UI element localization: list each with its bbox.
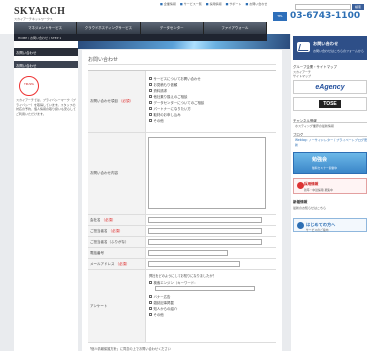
recruit-title: 採用情報	[304, 182, 319, 186]
inquiry-label: お問い合わせ項目 （必須）	[88, 71, 146, 132]
sidebar-note: スカイアーチでは、プライバシーマーク（プライバシー）を取得しています。スタッフの…	[16, 98, 76, 116]
study-subtitle: 無料セミナー開催中	[312, 166, 338, 170]
required-mark: （必須）	[119, 99, 133, 103]
content-label: お問い合わせ内容	[88, 133, 146, 214]
top-link[interactable]: 企業情報	[160, 2, 176, 6]
firsttime-box[interactable]: はじめての方へ サービスのご案内	[293, 218, 367, 232]
study-banner[interactable]: 勉強会 無料セミナー開催中	[293, 152, 367, 174]
inquiry-option[interactable]: その他	[149, 118, 204, 124]
channel-text: ホスティング業界の最新情報	[295, 124, 334, 128]
survey-question: 弊社をどのようにしてお知りになりましたか？	[149, 274, 216, 278]
tose-logo: TOSE	[319, 100, 341, 108]
main-nav: マネジメントサービス クラウドホスティングサービス データセンター ファイアウォ…	[14, 22, 267, 34]
top-link[interactable]: お問い合わせ	[245, 2, 267, 6]
form-row-company: 会社名 （必須）	[88, 215, 276, 226]
keyword-input[interactable]	[155, 286, 255, 292]
checkbox[interactable]	[149, 88, 152, 92]
survey-label: アンケート	[88, 270, 146, 342]
firsttime-subtitle: サービスのご案内	[306, 228, 329, 232]
contact-form: お問い合わせ項目 （必須） サービスについてお問い合わせ お見積もり依頼 資料請求…	[88, 70, 276, 346]
phone-badge: TEL	[273, 12, 287, 21]
form-row-email: メールアドレス （必須）	[88, 259, 276, 270]
content-textarea[interactable]	[148, 137, 266, 209]
checkbox[interactable]	[149, 76, 152, 80]
group-title: グループ企業・サイトマップ	[293, 65, 337, 69]
name-label: ご担当者名 （必須）	[88, 226, 146, 236]
company-input[interactable]	[148, 217, 262, 223]
eagency-banner[interactable]: eAgency	[293, 80, 367, 94]
news-subtitle: 最新のお知らせはこちら	[293, 206, 326, 210]
required-mark: （必須）	[108, 228, 123, 233]
logo-subtitle: スカイアーチネットワークス	[14, 17, 53, 21]
group-links: スカイアーチ サイトマップ	[293, 70, 311, 78]
form-row-survey: アンケート 弊社をどのようにしてお知りになりましたか？ 検索エンジン（キーワード…	[88, 270, 276, 343]
recruit-subtitle: 新卒・中途採用 募集中	[304, 188, 333, 192]
name-input[interactable]	[148, 228, 262, 234]
checkbox[interactable]	[149, 280, 152, 284]
survey-option[interactable]: その他	[149, 311, 249, 317]
checkbox[interactable]	[149, 100, 152, 104]
phone-number: 03-6743-1100	[290, 11, 361, 21]
tose-banner[interactable]: TOSE	[293, 97, 367, 111]
recruit-icon	[297, 182, 304, 189]
form-row-name: ご担当者名 （必須）	[88, 226, 276, 237]
nav-item-management[interactable]: マネジメントサービス	[14, 22, 78, 34]
form-row-content: お問い合わせ内容	[88, 133, 276, 215]
search-input[interactable]	[295, 4, 351, 10]
kana-input[interactable]	[148, 239, 262, 245]
breadcrumb: HOME / お問い合わせ / STEP 1	[14, 34, 267, 41]
sidebar-item-contact[interactable]: お問い合わせ	[14, 61, 78, 68]
inquiry-options: サービスについてお問い合わせ お見積もり依頼 資料請求 他社乗り換えのご相談 デ…	[149, 75, 204, 124]
form-row-inquiry: お問い合わせ項目 （必須） サービスについてお問い合わせ お見積もり依頼 資料請求…	[88, 71, 276, 133]
nav-item-datacenter[interactable]: データセンター	[140, 22, 204, 34]
nav-item-cloud[interactable]: クラウドホスティングサービス	[77, 22, 141, 34]
form-row-phone: 電話番号	[88, 248, 276, 259]
channel-divider	[293, 122, 367, 123]
top-link[interactable]: サポート	[226, 2, 241, 6]
survey-options: 検索エンジン（キーワード： バナー広告 雑誌記事掲載 知人からの紹介 その他	[149, 279, 255, 317]
phone-input[interactable]	[148, 250, 228, 256]
privacy-note: 「個人情報保護方針」に同意の上でお問い合わせください	[88, 347, 171, 351]
survey-option[interactable]: 検索エンジン（キーワード：	[149, 279, 249, 285]
email-input[interactable]	[148, 261, 240, 267]
contact-box-subtitle: お問い合わせはこちらのフォームから	[313, 49, 364, 53]
search-button[interactable]: 検索	[352, 4, 364, 10]
top-links: 企業情報 サービス一覧 採用情報 サポート お問い合わせ	[160, 2, 267, 6]
blog-link[interactable]: Weblog: ノーサイドレター / プライベートブログ更新	[295, 138, 369, 147]
required-mark: （必須）	[101, 217, 116, 222]
phone-label: 電話番号	[88, 248, 146, 258]
sidebar-title: お問い合わせ	[14, 48, 78, 56]
info-icon	[297, 222, 304, 229]
required-mark: （必須）	[115, 261, 130, 266]
kana-label: ご担当者名（ふりがな）	[88, 237, 146, 247]
form-row-kana: ご担当者名（ふりがな）	[88, 237, 276, 248]
inquiry-option[interactable]: サービスについてお問い合わせ	[149, 75, 204, 81]
group-link[interactable]: サイトマップ	[293, 74, 311, 78]
email-label: メールアドレス （必須）	[88, 259, 146, 269]
checkbox[interactable]	[149, 113, 152, 117]
checkbox[interactable]	[149, 300, 152, 304]
checkbox[interactable]	[149, 312, 152, 316]
company-label: 会社名 （必須）	[88, 215, 146, 225]
checkbox[interactable]	[149, 107, 152, 111]
checkbox[interactable]	[149, 94, 152, 98]
top-link[interactable]: 採用情報	[206, 2, 222, 6]
inquiry-option[interactable]: データセンターについてのご相談	[149, 99, 204, 105]
top-link[interactable]: サービス一覧	[180, 2, 202, 6]
study-title: 勉強会	[312, 157, 328, 163]
recruit-box[interactable]: 採用情報 新卒・中途採用 募集中	[293, 178, 367, 194]
news-title: 新着情報	[293, 200, 308, 204]
checkbox[interactable]	[149, 294, 152, 298]
contact-box-title: お問い合わせ	[313, 41, 339, 46]
trust-badge: TRUSTe	[19, 76, 39, 96]
checkbox[interactable]	[149, 82, 152, 86]
page-title: お問い合わせ	[88, 57, 119, 63]
mail-icon	[297, 42, 310, 52]
checkbox[interactable]	[149, 306, 152, 310]
checkbox[interactable]	[149, 119, 152, 123]
company-logo[interactable]: SKYARCH	[14, 6, 65, 17]
nav-item-firewall[interactable]: ファイアウォール	[203, 22, 267, 34]
title-divider	[88, 64, 276, 65]
blog-divider	[293, 136, 367, 137]
